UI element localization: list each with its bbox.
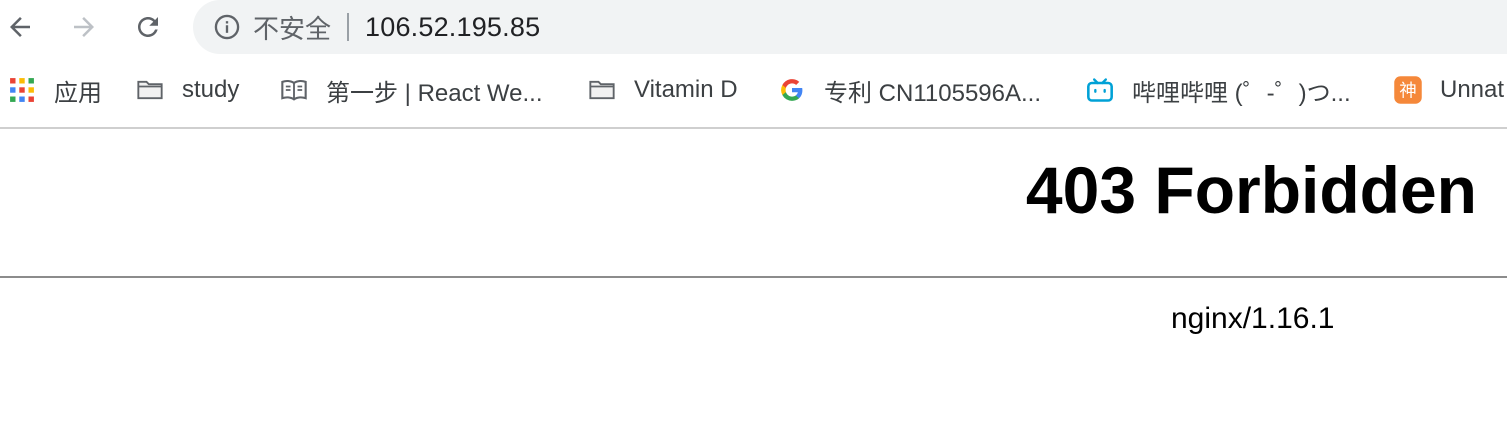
bookmark-react[interactable]: 第一步 | React We...: [278, 72, 543, 108]
bookmarks-bar: 应用 study 第一步 | React We... Vitamin D 专利 …: [0, 54, 1507, 127]
bookmark-study[interactable]: study: [134, 72, 239, 108]
bookmark-bilibili[interactable]: 哔哩哔哩 (゜-゜)つ...: [1084, 72, 1351, 108]
apps-grid-icon: [6, 74, 38, 106]
address-bar[interactable]: 不安全 106.52.195.85: [193, 0, 1507, 54]
folder-icon: [134, 74, 166, 106]
bookmark-label: 应用: [54, 79, 102, 107]
security-label[interactable]: 不安全: [253, 9, 331, 46]
bookmark-unnat[interactable]: 神 Unnat: [1392, 72, 1504, 108]
svg-text:神: 神: [1399, 81, 1417, 101]
bookmark-patent[interactable]: 专利 CN1105596A...: [776, 72, 1041, 108]
bookmark-label: Unnat: [1440, 76, 1505, 103]
back-button[interactable]: [0, 8, 40, 46]
bookmark-label: 专利 CN1105596A...: [824, 79, 1041, 107]
server-signature: nginx/1.16.1: [1171, 302, 1335, 335]
horizontal-rule: [0, 276, 1507, 278]
book-icon: [278, 74, 310, 106]
info-icon[interactable]: [211, 11, 243, 43]
bookmark-label: 第一步 | React We...: [326, 79, 543, 107]
omnibox-separator: [347, 13, 350, 41]
toolbar-divider: [0, 127, 1507, 129]
reload-icon: [138, 17, 158, 37]
arrow-left-icon: [10, 17, 30, 37]
forward-button[interactable]: [64, 8, 104, 46]
google-icon: [776, 74, 808, 106]
bilibili-icon: [1084, 74, 1116, 106]
bookmark-label: 哔哩哔哩 (゜-゜)つ...: [1132, 79, 1351, 107]
bookmark-label: Vitamin D: [634, 76, 738, 103]
bookmark-vitamin-d[interactable]: Vitamin D: [586, 72, 738, 108]
browser-toolbar: 不安全 106.52.195.85: [0, 0, 1507, 54]
shen-icon: 神: [1392, 74, 1424, 106]
page-title: 403 Forbidden: [1025, 153, 1477, 227]
reload-button[interactable]: [128, 8, 168, 46]
bookmark-apps[interactable]: 应用: [6, 72, 102, 108]
arrow-right-icon: [74, 17, 94, 37]
url-text[interactable]: 106.52.195.85: [365, 12, 540, 43]
folder-icon: [586, 74, 618, 106]
bookmark-label: study: [182, 76, 240, 103]
